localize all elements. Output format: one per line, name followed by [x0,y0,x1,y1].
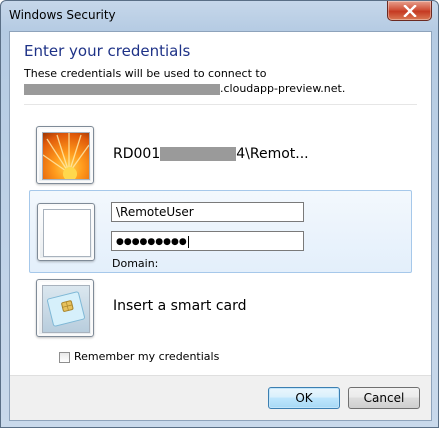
remember-checkbox[interactable] [59,352,70,363]
domain-label: Domain: [112,257,159,270]
dialog-content: Enter your credentials These credentials… [9,31,432,421]
smart-card-label[interactable]: Insert a smart card [113,298,247,314]
dialog-description: These credentials will be used to connec… [24,66,345,96]
description-host: .cloudapp-preview.net. [24,81,345,96]
host-suffix: .cloudapp-preview.net. [220,82,346,95]
user-prefix: RD001 [113,146,161,162]
redacted-user [160,147,237,161]
remember-label[interactable]: Remember my credentials [74,350,219,363]
dialog-heading: Enter your credentials [24,42,191,60]
title-bar[interactable]: Windows Security [1,1,438,31]
windows-security-dialog: Windows Security Enter your credentials … [0,0,439,428]
username-input[interactable] [111,202,304,222]
close-icon [402,4,417,17]
ok-button[interactable]: OK [268,387,340,409]
saved-user-tile[interactable] [36,126,94,184]
smart-card-icon [42,285,90,333]
password-mask: ●●●●●●●●● [116,237,187,247]
saved-user-label[interactable]: RD001 4\Remot... [113,146,309,162]
password-input[interactable]: ●●●●●●●●● [111,231,304,251]
close-button[interactable] [387,1,432,21]
description-line: These credentials will be used to connec… [24,67,267,80]
credential-entry-tile[interactable]: ●●●●●●●●● Domain: [29,190,412,273]
divider [24,104,417,105]
user-picture-flower-icon [42,132,90,180]
blank-user-picture-icon [37,203,95,261]
redacted-host [24,83,220,95]
button-bar: OK Cancel [10,375,431,420]
user-suffix: 4\Remot... [236,146,309,162]
text-caret [187,235,189,248]
cancel-button[interactable]: Cancel [348,387,420,409]
smart-card-tile[interactable] [36,279,94,337]
window-title: Windows Security [9,8,116,22]
